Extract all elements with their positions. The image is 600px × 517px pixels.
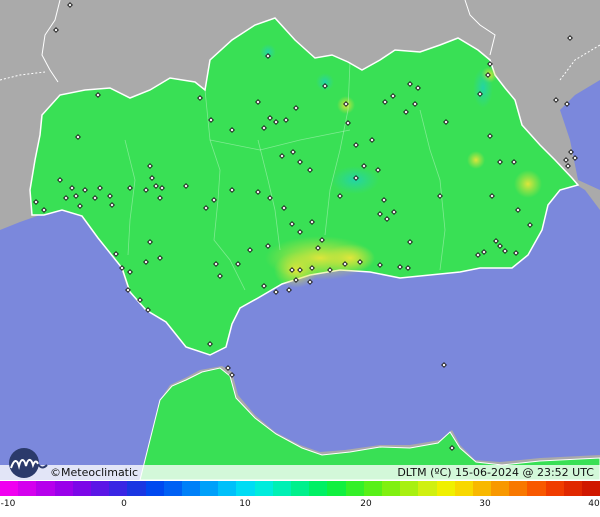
scale-swatch bbox=[345, 481, 364, 496]
scale-swatch bbox=[181, 481, 201, 496]
scale-swatch bbox=[236, 481, 255, 496]
scale-swatch bbox=[218, 481, 237, 496]
scale-swatch bbox=[509, 481, 528, 496]
scale-tick-label: 40 bbox=[588, 499, 600, 509]
scale-swatch bbox=[200, 481, 219, 496]
scale-swatch bbox=[436, 481, 455, 496]
scale-tick-label: -10 bbox=[0, 499, 16, 509]
scale-tick-label: 10 bbox=[239, 499, 251, 509]
temperature-map bbox=[0, 0, 600, 480]
map-container: ©Meteoclimatic DLTM (ºC) 15-06-2024 @ 23… bbox=[0, 0, 600, 517]
scale-swatch bbox=[545, 481, 564, 496]
scale-tick-label: 0 bbox=[121, 499, 127, 509]
scale-swatch bbox=[418, 481, 437, 496]
scale-swatch bbox=[563, 481, 582, 496]
scale-tick-label: 20 bbox=[360, 499, 372, 509]
meteoclimatic-logo-icon bbox=[9, 448, 48, 478]
color-scale-bar bbox=[0, 481, 600, 496]
copyright-symbol: © bbox=[50, 466, 61, 479]
credit-label: ©Meteoclimatic bbox=[50, 465, 138, 481]
scale-tick-label: 30 bbox=[479, 499, 491, 509]
scale-swatch bbox=[272, 481, 291, 496]
map-title: DLTM (ºC) 15-06-2024 @ 23:52 UTC bbox=[397, 466, 594, 479]
scale-swatch bbox=[109, 481, 128, 496]
scale-swatch bbox=[454, 481, 473, 496]
scale-swatch bbox=[72, 481, 91, 496]
scale-swatch bbox=[18, 481, 37, 496]
scale-swatch bbox=[145, 481, 164, 496]
scale-swatch bbox=[90, 481, 110, 496]
scale-swatch bbox=[400, 481, 419, 496]
scale-swatch bbox=[491, 481, 510, 496]
scale-swatch bbox=[0, 481, 19, 496]
credit-name: Meteoclimatic bbox=[61, 466, 139, 479]
scale-swatch bbox=[381, 481, 401, 496]
scale-swatch bbox=[527, 481, 546, 496]
scale-swatch bbox=[163, 481, 182, 496]
scale-swatch bbox=[472, 481, 492, 496]
scale-swatch bbox=[291, 481, 310, 496]
scale-swatch bbox=[36, 481, 55, 496]
scale-swatch bbox=[363, 481, 382, 496]
scale-swatch bbox=[54, 481, 73, 496]
scale-swatch bbox=[254, 481, 273, 496]
scale-swatch bbox=[582, 481, 600, 496]
color-scale-labels: -10 0 10 20 30 40 bbox=[0, 496, 600, 517]
scale-swatch bbox=[309, 481, 328, 496]
scale-swatch bbox=[327, 481, 346, 496]
scale-swatch bbox=[127, 481, 146, 496]
